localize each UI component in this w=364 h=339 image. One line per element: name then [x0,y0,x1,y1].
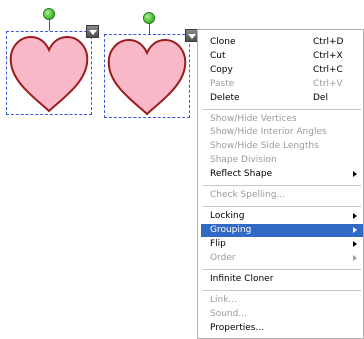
heart-shape-graphic[interactable] [104,34,190,118]
menu-item-label: Copy [210,65,233,75]
menu-item-cut[interactable]: Cut Ctrl+X [201,50,363,63]
menu-item-reflect-shape[interactable]: Reflect Shape [201,168,363,181]
menu-item-label: Properties... [210,323,265,333]
menu-separator [203,290,361,291]
menu-item-flip[interactable]: Flip [201,238,363,251]
menu-item-show-hide-side-lengths: Show/Hide Side Lengths [201,140,363,153]
menu-item-copy[interactable]: Copy Ctrl+C [201,64,363,77]
menu-item-link: Link... [201,294,363,307]
menu-separator [203,206,361,207]
rotation-handle-icon[interactable] [143,12,155,24]
menu-item-label: Grouping [210,225,252,235]
submenu-arrow-icon [353,227,357,233]
menu-item-sound: Sound... [201,308,363,321]
menu-item-label: Cut [210,51,226,61]
menu-item-clone[interactable]: Clone Ctrl+D [201,36,363,49]
menu-item-label: Sound... [210,309,247,319]
heart-path [9,35,89,113]
menu-item-label: Link... [210,295,238,305]
whiteboard-canvas[interactable]: Clone Ctrl+D Cut Ctrl+X Copy Ctrl+C Past… [0,0,364,339]
menu-separator [203,269,361,270]
menu-item-label: Shape Division [210,155,277,165]
menu-item-properties[interactable]: Properties... [201,322,363,335]
menu-item-locking[interactable]: Locking [201,210,363,223]
menu-item-shortcut: Ctrl+D [313,37,344,47]
menu-item-grouping[interactable]: Grouping [201,224,363,237]
shape-context-menu: Clone Ctrl+D Cut Ctrl+X Copy Ctrl+C Past… [197,29,364,339]
menu-item-label: Show/Hide Side Lengths [210,141,319,151]
menu-item-shortcut: Ctrl+V [313,79,343,89]
menu-item-label: Locking [210,211,245,221]
menu-item-delete[interactable]: Delete Del [201,92,363,105]
menu-item-order: Order [201,252,363,265]
menu-item-label: Order [210,253,236,263]
menu-item-label: Show/Hide Vertices [210,114,297,124]
menu-item-show-hide-interior-angles: Show/Hide Interior Angles [201,126,363,139]
menu-item-label: Flip [210,239,226,249]
menu-item-label: Check Spelling... [210,190,286,200]
rotation-handle-icon[interactable] [43,8,55,20]
menu-item-shortcut: Ctrl+C [313,65,343,75]
heart-shape-graphic[interactable] [6,31,92,115]
menu-item-show-hide-vertices: Show/Hide Vertices [201,113,363,126]
submenu-arrow-icon [353,213,357,219]
submenu-arrow-icon [353,241,357,247]
heart-path [107,38,187,116]
menu-item-label: Delete [210,93,240,103]
menu-item-label: Paste [210,79,235,89]
menu-separator [203,185,361,186]
menu-item-infinite-cloner[interactable]: Infinite Cloner [201,273,363,286]
menu-separator [203,109,361,110]
submenu-arrow-icon [353,255,357,261]
menu-item-shape-division: Shape Division [201,154,363,167]
menu-item-label: Infinite Cloner [210,274,274,284]
menu-item-shortcut: Del [313,93,328,103]
menu-item-shortcut: Ctrl+X [313,51,343,61]
menu-item-check-spelling: Check Spelling... [201,189,363,202]
shape-menu-arrow-icon[interactable] [86,25,99,38]
menu-item-label: Reflect Shape [210,169,273,179]
submenu-arrow-icon [353,171,357,177]
menu-item-paste: Paste Ctrl+V [201,78,363,91]
menu-item-label: Clone [210,37,236,47]
menu-item-label: Show/Hide Interior Angles [210,127,327,137]
